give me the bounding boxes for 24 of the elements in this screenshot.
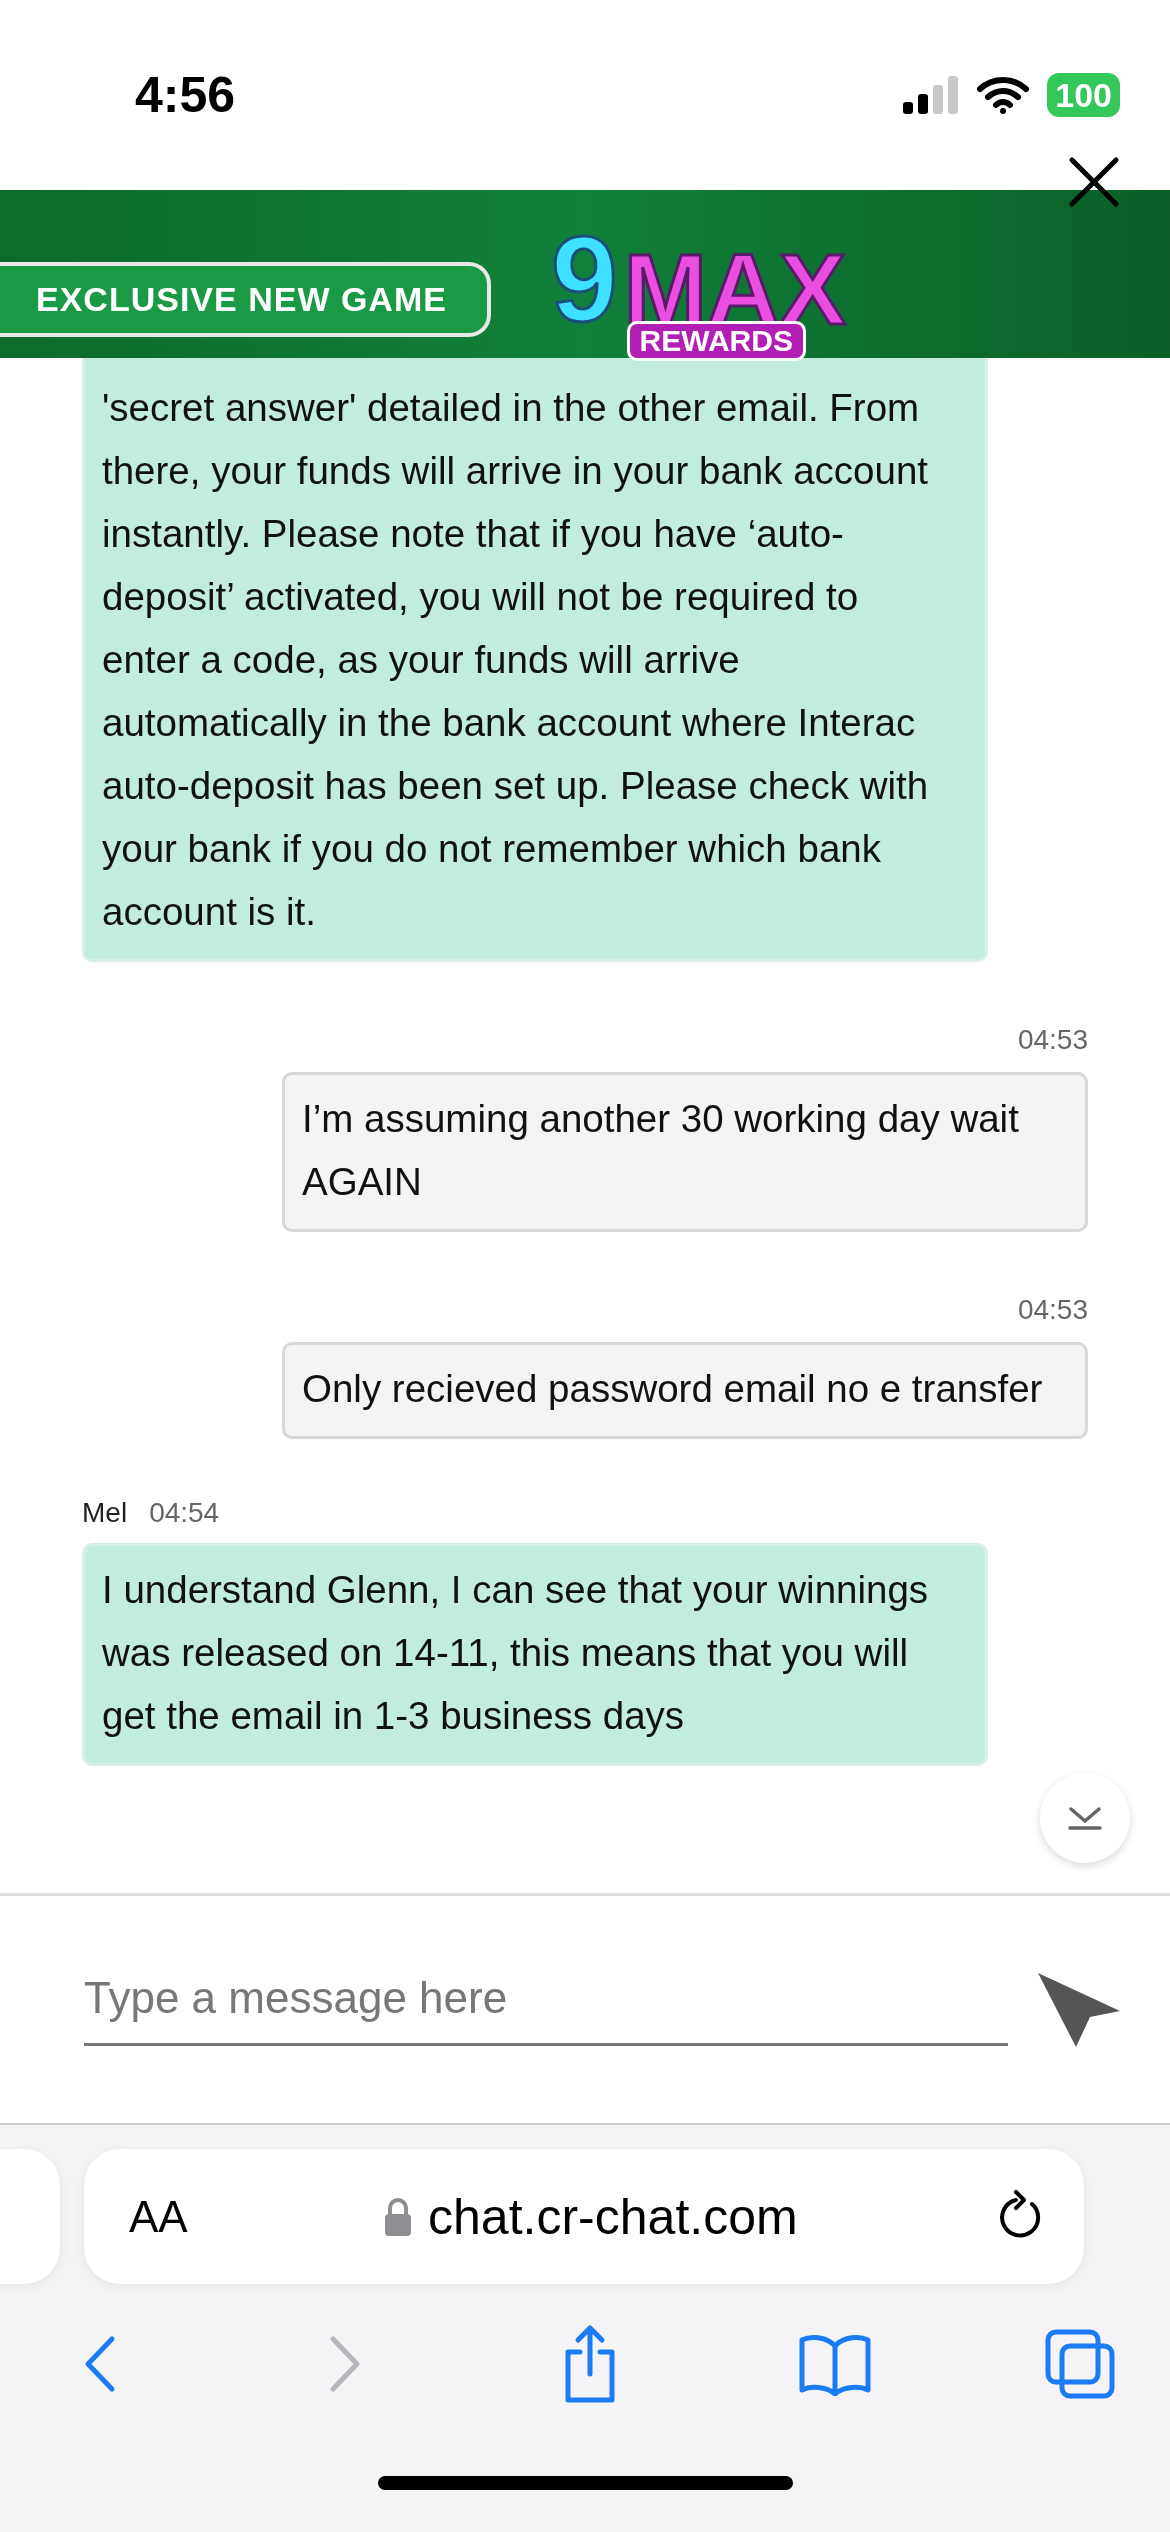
address-bar[interactable]: AA chat.cr-chat.com [84, 2149, 1084, 2284]
ad-tagline: EXCLUSIVE NEW GAME [0, 261, 491, 337]
text-size-button[interactable]: AA [129, 2191, 188, 2242]
scroll-down-icon [1068, 1806, 1102, 1830]
send-icon[interactable] [1038, 1972, 1120, 2047]
message-time: 04:54 [149, 1497, 220, 1529]
message-time: 04:53 [1017, 1294, 1088, 1326]
wifi-icon [977, 76, 1030, 114]
battery-indicator: 100 [1047, 73, 1120, 117]
user-message-bubble: I’m assuming another 30 working day wait AGAIN [282, 1072, 1088, 1232]
close-icon[interactable] [1068, 156, 1120, 208]
open-book-icon [798, 2332, 872, 2396]
sender-name: Mel [82, 1497, 128, 1529]
url-text: chat.cr-chat.com [428, 2187, 798, 2246]
tabs-icon [1044, 2328, 1116, 2400]
signal-icon [903, 76, 960, 114]
agent-message-bubble: 'secret answer' detailed in the other email. From there, your funds will arrive in your bank account instantly. Please note that if you have ‘auto-deposit’ activated, you will not be required to enter a code, as your funds will arrive automatically in the bank account where Interac auto-deposit has been set up. Please check with your bank if you do not remember which bank account is it. [82, 358, 988, 962]
agent-message-bubble: I understand Glenn, I can see that your winnings was released on 14-11, this means that you will get the email in 1-3 business days [82, 1543, 988, 1766]
scroll-down-button[interactable] [1040, 1773, 1130, 1863]
ad-logo-number: 9 [550, 219, 618, 339]
message-time: 04:53 [1017, 1024, 1088, 1056]
status-time: 4:56 [135, 66, 236, 124]
lock-icon [384, 2196, 413, 2237]
user-message-bubble: Only recieved password email no e transfer [282, 1342, 1088, 1439]
